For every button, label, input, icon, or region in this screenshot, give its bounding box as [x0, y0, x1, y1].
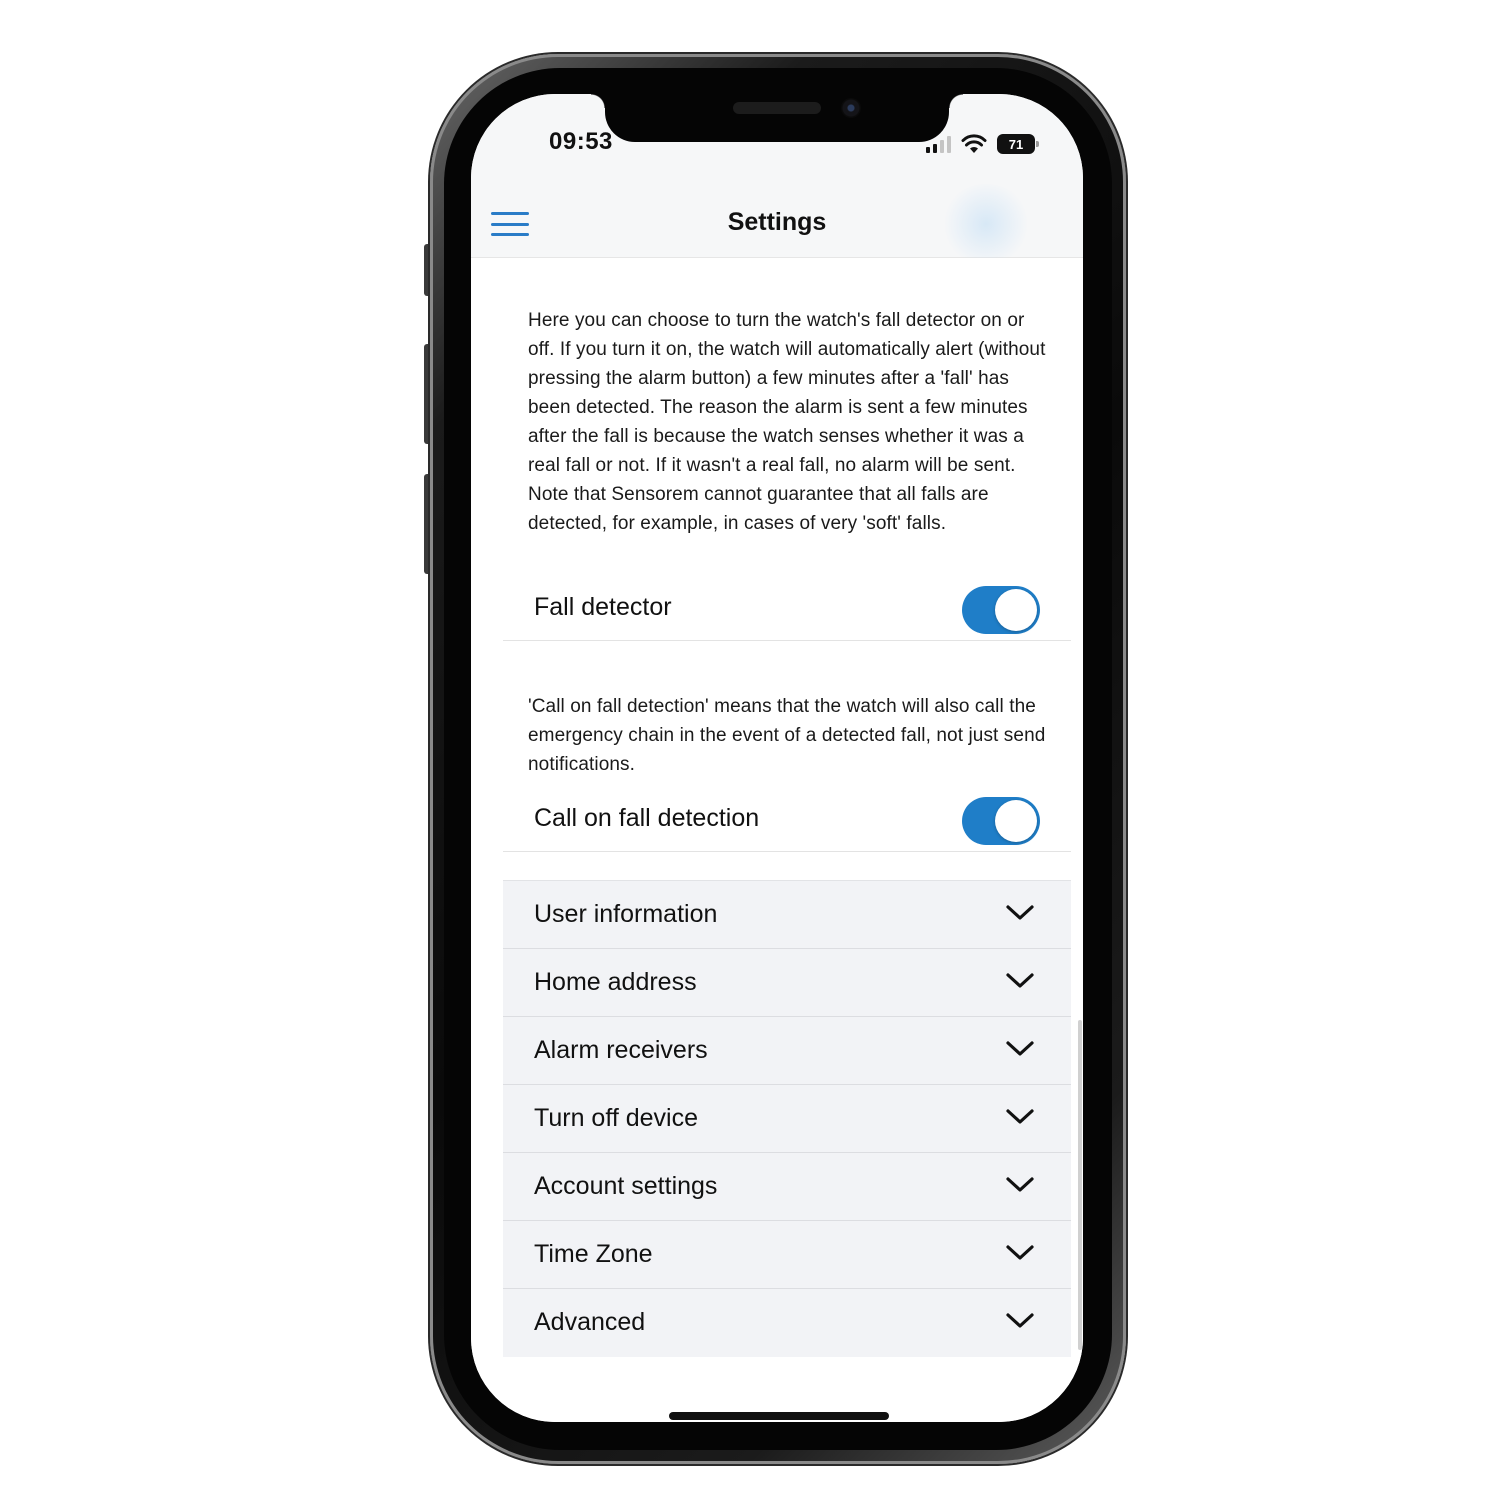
battery-icon: 71: [997, 134, 1039, 154]
fall-detector-label: Fall detector: [534, 593, 672, 621]
app-header: Settings: [471, 184, 1083, 264]
accordion-time-zone[interactable]: Time Zone: [503, 1221, 1071, 1289]
accordion-turn-off-device[interactable]: Turn off device: [503, 1085, 1071, 1153]
fall-detector-description: Here you can choose to turn the watch's …: [528, 310, 1046, 534]
accordion-label: Advanced: [534, 1308, 646, 1336]
earpiece-speaker: [733, 102, 821, 114]
accordion-home-address[interactable]: Home address: [503, 949, 1071, 1017]
call-on-fall-description: 'Call on fall detection' means that the …: [528, 696, 1046, 775]
phone-screen: 09:53 71 Settings Here you can choose to…: [471, 94, 1083, 1422]
battery-level: 71: [1008, 136, 1024, 152]
settings-content: Here you can choose to turn the watch's …: [471, 258, 1083, 1422]
toggle-knob: [995, 800, 1037, 842]
fall-detector-row: Fall detector: [503, 579, 1071, 641]
fall-detector-toggle[interactable]: [962, 586, 1040, 634]
toggle-knob: [995, 589, 1037, 631]
chevron-down-icon: [1006, 1041, 1034, 1056]
scrollbar[interactable]: [1078, 1020, 1082, 1350]
chevron-down-icon: [1006, 1245, 1034, 1260]
accordion-label: User information: [534, 900, 718, 928]
status-time: 09:53: [549, 128, 613, 155]
front-camera: [841, 98, 861, 118]
call-on-fall-toggle[interactable]: [962, 797, 1040, 845]
accordion-label: Alarm receivers: [534, 1036, 708, 1064]
chevron-down-icon: [1006, 1109, 1034, 1124]
status-icons: 71: [926, 132, 1039, 156]
chevron-down-icon: [1006, 1177, 1034, 1192]
accordion-advanced[interactable]: Advanced: [503, 1289, 1071, 1357]
accordion-label: Time Zone: [534, 1240, 653, 1268]
accordion-account-settings[interactable]: Account settings: [503, 1153, 1071, 1221]
chevron-down-icon: [1006, 973, 1034, 988]
accordion-label: Turn off device: [534, 1104, 698, 1132]
notch: [591, 94, 963, 142]
settings-accordion: User information Home address Alarm rece…: [503, 880, 1071, 1357]
accordion-alarm-receivers[interactable]: Alarm receivers: [503, 1017, 1071, 1085]
wifi-icon: [961, 134, 987, 153]
call-on-fall-label: Call on fall detection: [534, 804, 760, 832]
page-title: Settings: [727, 208, 827, 236]
chevron-down-icon: [1006, 905, 1034, 920]
home-indicator[interactable]: [669, 1412, 889, 1420]
call-on-fall-row: Call on fall detection: [503, 790, 1071, 852]
chevron-down-icon: [1006, 1313, 1034, 1328]
accordion-label: Account settings: [534, 1172, 718, 1200]
accordion-user-information[interactable]: User information: [503, 881, 1071, 949]
accordion-label: Home address: [534, 968, 697, 996]
